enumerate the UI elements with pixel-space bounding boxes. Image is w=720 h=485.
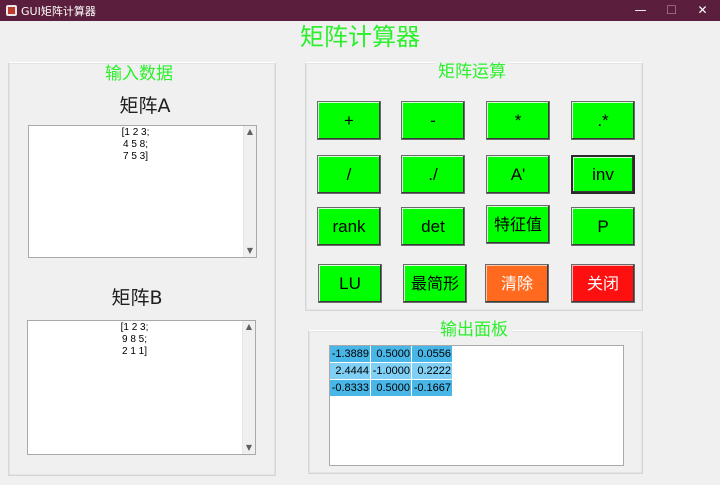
table-row: 2.4444 -1.0000 0.2222	[330, 362, 453, 380]
table-cell[interactable]: -0.1667	[411, 379, 453, 397]
determinant-button[interactable]: det	[401, 207, 465, 246]
table-cell[interactable]: -1.0000	[370, 362, 412, 380]
divide-button[interactable]: /	[317, 155, 381, 194]
matrix-b-label: 矩阵B	[111, 287, 163, 309]
elementwise-multiply-button[interactable]: .*	[571, 101, 635, 140]
close-button[interactable]: 关闭	[571, 264, 635, 303]
inverse-button[interactable]: inv	[571, 155, 635, 194]
add-button[interactable]: +	[317, 101, 381, 140]
reduced-form-button[interactable]: 最简形	[403, 264, 467, 303]
table-cell[interactable]: -0.8333	[330, 379, 371, 397]
window-title: GUI矩阵计算器	[21, 5, 96, 18]
matrix-a-label: 矩阵A	[119, 95, 171, 117]
transpose-button[interactable]: A'	[486, 155, 550, 194]
matrix-b-text[interactable]: [1 2 3; 9 8 5; 2 1 1]	[28, 322, 241, 358]
table-cell[interactable]: -1.3889	[330, 346, 371, 363]
chevron-down-icon[interactable]: ▼	[243, 442, 255, 454]
output-panel-title: 输出面板	[436, 320, 512, 340]
close-window-button[interactable]: ✕	[680, 0, 720, 21]
lu-button[interactable]: LU	[318, 264, 382, 303]
operations-panel-title: 矩阵运算	[434, 62, 510, 82]
chevron-down-icon[interactable]: ▼	[244, 245, 256, 257]
elementwise-divide-button[interactable]: ./	[401, 155, 465, 194]
chevron-up-icon[interactable]: ▲	[244, 126, 256, 138]
matrix-b-input[interactable]: [1 2 3; 9 8 5; 2 1 1] ▲ ▼	[27, 320, 256, 455]
subtract-button[interactable]: -	[401, 101, 465, 140]
app-icon	[6, 5, 17, 16]
table-row: -1.3889 0.5000 0.0556	[330, 346, 453, 363]
table-cell[interactable]: 0.5000	[370, 346, 412, 363]
output-table-box[interactable]: -1.3889 0.5000 0.0556 2.4444 -1.0000 0.2…	[329, 345, 624, 466]
table-row: -0.8333 0.5000 -0.1667	[330, 379, 453, 397]
input-panel-title: 输入数据	[101, 64, 177, 84]
table-cell[interactable]: 2.4444	[330, 362, 371, 380]
table-cell[interactable]: 0.5000	[370, 379, 412, 397]
multiply-button[interactable]: *	[486, 101, 550, 140]
chevron-up-icon[interactable]: ▲	[243, 321, 255, 333]
clear-button[interactable]: 清除	[485, 264, 549, 303]
matrix-b-scrollbar[interactable]: ▲ ▼	[242, 321, 255, 454]
table-cell[interactable]: 0.2222	[411, 362, 453, 380]
table-cell[interactable]: 0.0556	[411, 346, 453, 363]
matrix-a-input[interactable]: [1 2 3; 4 5 8; 7 5 3] ▲ ▼	[28, 125, 257, 258]
page-title: 矩阵计算器	[300, 23, 420, 51]
p-button[interactable]: P	[571, 207, 635, 246]
matrix-a-scrollbar[interactable]: ▲ ▼	[243, 126, 256, 257]
window-titlebar: GUI矩阵计算器 — ☐ ✕	[0, 0, 720, 21]
result-table: -1.3889 0.5000 0.0556 2.4444 -1.0000 0.2…	[330, 346, 453, 397]
rank-button[interactable]: rank	[317, 207, 381, 246]
eigenvalue-button[interactable]: 特征值	[486, 205, 550, 244]
matrix-a-text[interactable]: [1 2 3; 4 5 8; 7 5 3]	[29, 127, 242, 163]
